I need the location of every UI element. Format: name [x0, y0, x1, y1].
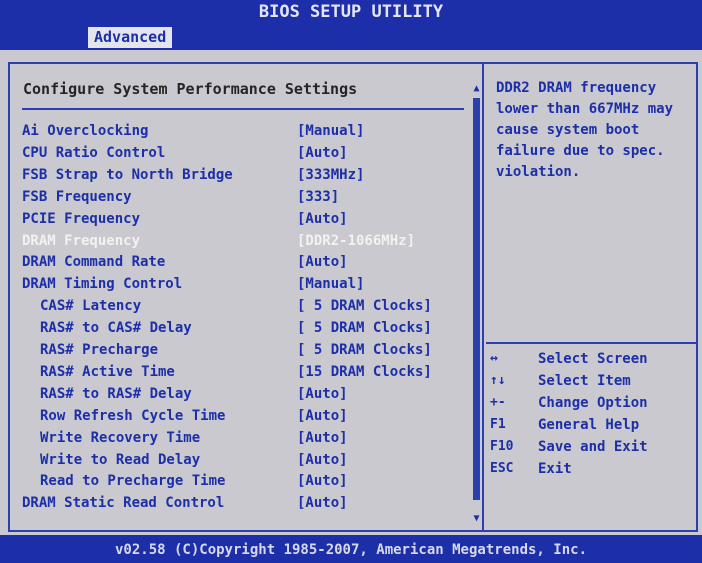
setting-row[interactable]: DRAM Frequency [DDR2-1066MHz]	[10, 230, 470, 252]
key-name: F10	[490, 439, 514, 454]
bios-title: BIOS SETUP UTILITY	[258, 2, 444, 22]
key-description: Exit	[538, 461, 572, 477]
setting-label: CPU Ratio Control	[22, 144, 166, 161]
setting-value[interactable]: [ 5 DRAM Clocks]	[297, 339, 432, 361]
key-legend-divider	[486, 342, 696, 344]
key-legend-row: ↑↓ Select Item	[486, 370, 696, 392]
setting-label: DRAM Command Rate	[22, 254, 166, 271]
setting-row[interactable]: FSB Frequency [333]	[10, 186, 470, 208]
setting-label: RAS# Precharge	[40, 342, 159, 358]
setting-label: RAS# to RAS# Delay	[40, 385, 192, 402]
scroll-down-arrow-icon[interactable]: ▼	[472, 512, 481, 526]
header-bar: BIOS SETUP UTILITY Advanced	[0, 0, 702, 50]
setting-label: Read to Precharge Time	[40, 473, 226, 490]
key-description: General Help	[538, 417, 640, 433]
key-legend-row: +- Change Option	[486, 392, 696, 414]
footer-bar: v02.58 (C)Copyright 1985-2007, American …	[0, 535, 702, 563]
setting-label: DRAM Timing Control	[22, 276, 183, 293]
setting-value[interactable]: [333MHz]	[297, 164, 364, 186]
key-legend-row: ↔ Select Screen	[486, 348, 696, 370]
setting-value[interactable]: [Auto]	[297, 427, 348, 449]
key-legend-row: ESC Exit	[486, 458, 696, 480]
scrollbar[interactable]: ▲ ▼	[472, 82, 481, 524]
help-line: lower than 667MHz may	[496, 101, 674, 117]
setting-label: RAS# Active Time	[40, 363, 175, 380]
setting-label: RAS# to CAS# Delay	[40, 320, 192, 337]
setting-row[interactable]: Read to Precharge Time [Auto]	[10, 470, 470, 492]
setting-row[interactable]: FSB Strap to North Bridge [333MHz]	[10, 164, 470, 186]
setting-row[interactable]: Write Recovery Time [Auto]	[10, 427, 470, 449]
setting-value[interactable]: [Manual]	[297, 273, 364, 295]
setting-row[interactable]: RAS# to CAS# Delay [ 5 DRAM Clocks]	[10, 317, 470, 339]
setting-row[interactable]: RAS# Precharge [ 5 DRAM Clocks]	[10, 339, 470, 361]
setting-label: DRAM Frequency	[22, 232, 141, 249]
panel-divider	[482, 62, 484, 532]
setting-label: PCIE Frequency	[22, 210, 141, 227]
setting-row[interactable]: DRAM Static Read Control [Auto]	[10, 492, 470, 514]
key-name: F1	[490, 417, 506, 432]
setting-label: FSB Strap to North Bridge	[22, 166, 233, 183]
key-description: Save and Exit	[538, 439, 648, 455]
setting-row[interactable]: DRAM Command Rate [Auto]	[10, 251, 470, 273]
setting-row[interactable]: RAS# Active Time [15 DRAM Clocks]	[10, 361, 470, 383]
help-line: cause system boot	[496, 122, 640, 138]
setting-value[interactable]: [Auto]	[297, 492, 348, 514]
scroll-up-arrow-icon[interactable]: ▲	[472, 82, 481, 96]
setting-row[interactable]: CPU Ratio Control [Auto]	[10, 142, 470, 164]
up-down-arrow-icon: ↑↓	[490, 373, 506, 388]
help-line: failure due to spec.	[496, 143, 665, 159]
copyright-text: v02.58 (C)Copyright 1985-2007, American …	[114, 542, 587, 558]
plus-minus-icon: +-	[490, 395, 506, 410]
setting-value[interactable]: [Auto]	[297, 208, 348, 230]
key-legend-row: F10 Save and Exit	[486, 436, 696, 458]
setting-value[interactable]: [Auto]	[297, 449, 348, 471]
setting-value[interactable]: [Auto]	[297, 405, 348, 427]
setting-value[interactable]: [15 DRAM Clocks]	[297, 361, 432, 383]
setting-row[interactable]: Row Refresh Cycle Time [Auto]	[10, 405, 470, 427]
key-name: ESC	[490, 461, 514, 476]
help-line: DDR2 DRAM frequency	[496, 80, 657, 96]
setting-label: Write to Read Delay	[40, 451, 201, 468]
key-description: Select Screen	[538, 351, 648, 367]
help-line: violation.	[496, 164, 581, 180]
setting-value[interactable]: [Auto]	[297, 142, 348, 164]
setting-row[interactable]: Write to Read Delay [Auto]	[10, 449, 470, 471]
key-description: Change Option	[538, 395, 648, 411]
setting-label: CAS# Latency	[40, 298, 142, 315]
bios-screen: BIOS SETUP UTILITY Advanced Configure Sy…	[0, 0, 702, 563]
setting-label: Ai Overclocking	[22, 123, 149, 139]
scroll-thumb[interactable]	[473, 98, 480, 500]
setting-value[interactable]: [ 5 DRAM Clocks]	[297, 295, 432, 317]
heading-divider	[22, 108, 464, 110]
setting-value[interactable]: [Auto]	[297, 251, 348, 273]
setting-label: DRAM Static Read Control	[22, 495, 225, 512]
setting-value[interactable]: [DDR2-1066MHz]	[297, 230, 415, 252]
help-panel: DDR2 DRAM frequency lower than 667MHz may…	[486, 64, 696, 530]
setting-row[interactable]: PCIE Frequency [Auto]	[10, 208, 470, 230]
setting-row[interactable]: RAS# to RAS# Delay [Auto]	[10, 383, 470, 405]
settings-panel: Configure System Performance Settings Ai…	[10, 64, 482, 530]
setting-label: FSB Frequency	[22, 188, 132, 205]
tab-advanced[interactable]: Advanced	[88, 27, 173, 48]
left-right-arrow-icon: ↔	[490, 351, 498, 366]
setting-value[interactable]: [ 5 DRAM Clocks]	[297, 317, 432, 339]
key-legend-row: F1 General Help	[486, 414, 696, 436]
setting-value[interactable]: [333]	[297, 186, 339, 208]
setting-value[interactable]: [Auto]	[297, 470, 348, 492]
setting-label: Row Refresh Cycle Time	[40, 407, 226, 424]
setting-row[interactable]: Ai Overclocking [Manual]	[10, 120, 470, 142]
page-title: Configure System Performance Settings	[23, 80, 358, 98]
setting-row[interactable]: DRAM Timing Control [Manual]	[10, 273, 470, 295]
setting-value[interactable]: [Manual]	[297, 120, 364, 142]
setting-value[interactable]: [Auto]	[297, 383, 348, 405]
help-description: DDR2 DRAM frequency lower than 667MHz may…	[496, 78, 692, 183]
key-description: Select Item	[538, 373, 631, 389]
setting-row[interactable]: CAS# Latency [ 5 DRAM Clocks]	[10, 295, 470, 317]
setting-label: Write Recovery Time	[40, 429, 201, 446]
